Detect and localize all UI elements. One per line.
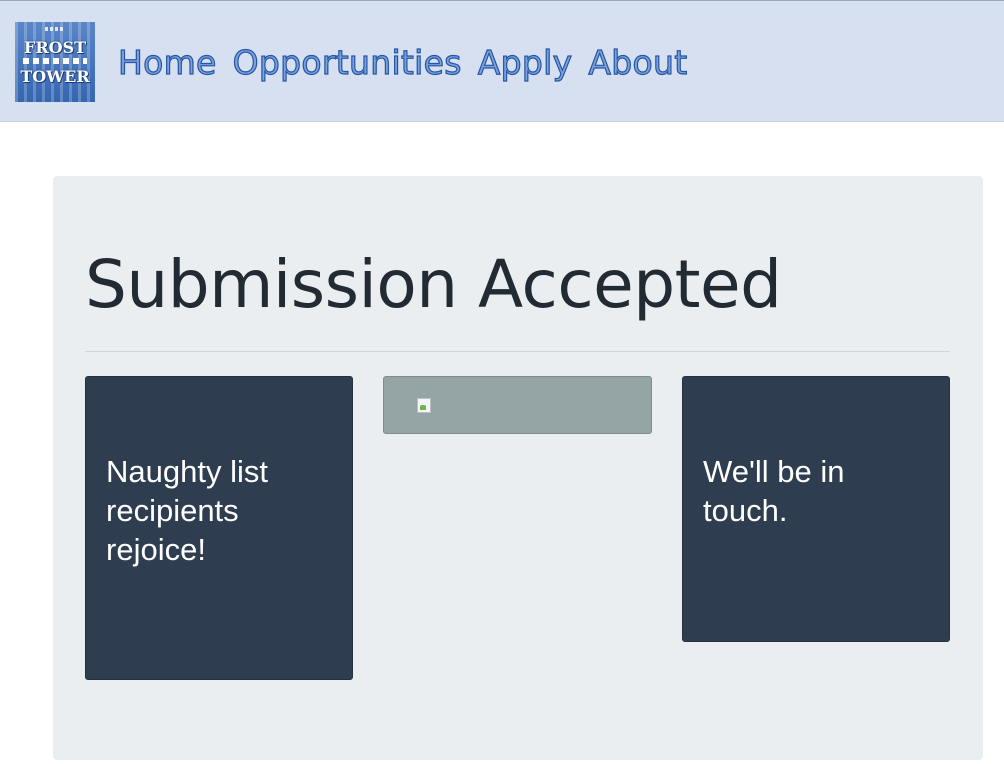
nav-link-opportunities[interactable]: Opportunities (232, 41, 462, 85)
card-text: Naughty list recipients rejoice! (106, 454, 268, 567)
card-text: We'll be in touch. (703, 454, 845, 528)
nav-links: Home Opportunities Apply About (117, 41, 703, 89)
logo-text-line2: TOWER (20, 67, 90, 86)
card-in-touch: We'll be in touch. (682, 376, 950, 642)
image-container (383, 376, 652, 434)
logo-windows-row (23, 58, 87, 64)
card-naughty-list: Naughty list recipients rejoice! (85, 376, 353, 680)
page-title: Submission Accepted (85, 246, 782, 323)
jumbotron: Submission Accepted Naughty list recipie… (53, 176, 983, 760)
logo-text-line1: FROST (23, 38, 87, 57)
nav-link-apply[interactable]: Apply (477, 41, 573, 85)
nav-link-home[interactable]: Home (117, 41, 217, 85)
broken-image-icon (417, 398, 431, 413)
frost-tower-logo[interactable]: FROST TOWER (15, 22, 95, 102)
navbar: FROST TOWER Home Opportunities Apply About (0, 0, 1004, 122)
logo-windows (45, 27, 65, 31)
nav-link-about[interactable]: About (588, 41, 688, 85)
divider (85, 351, 950, 352)
